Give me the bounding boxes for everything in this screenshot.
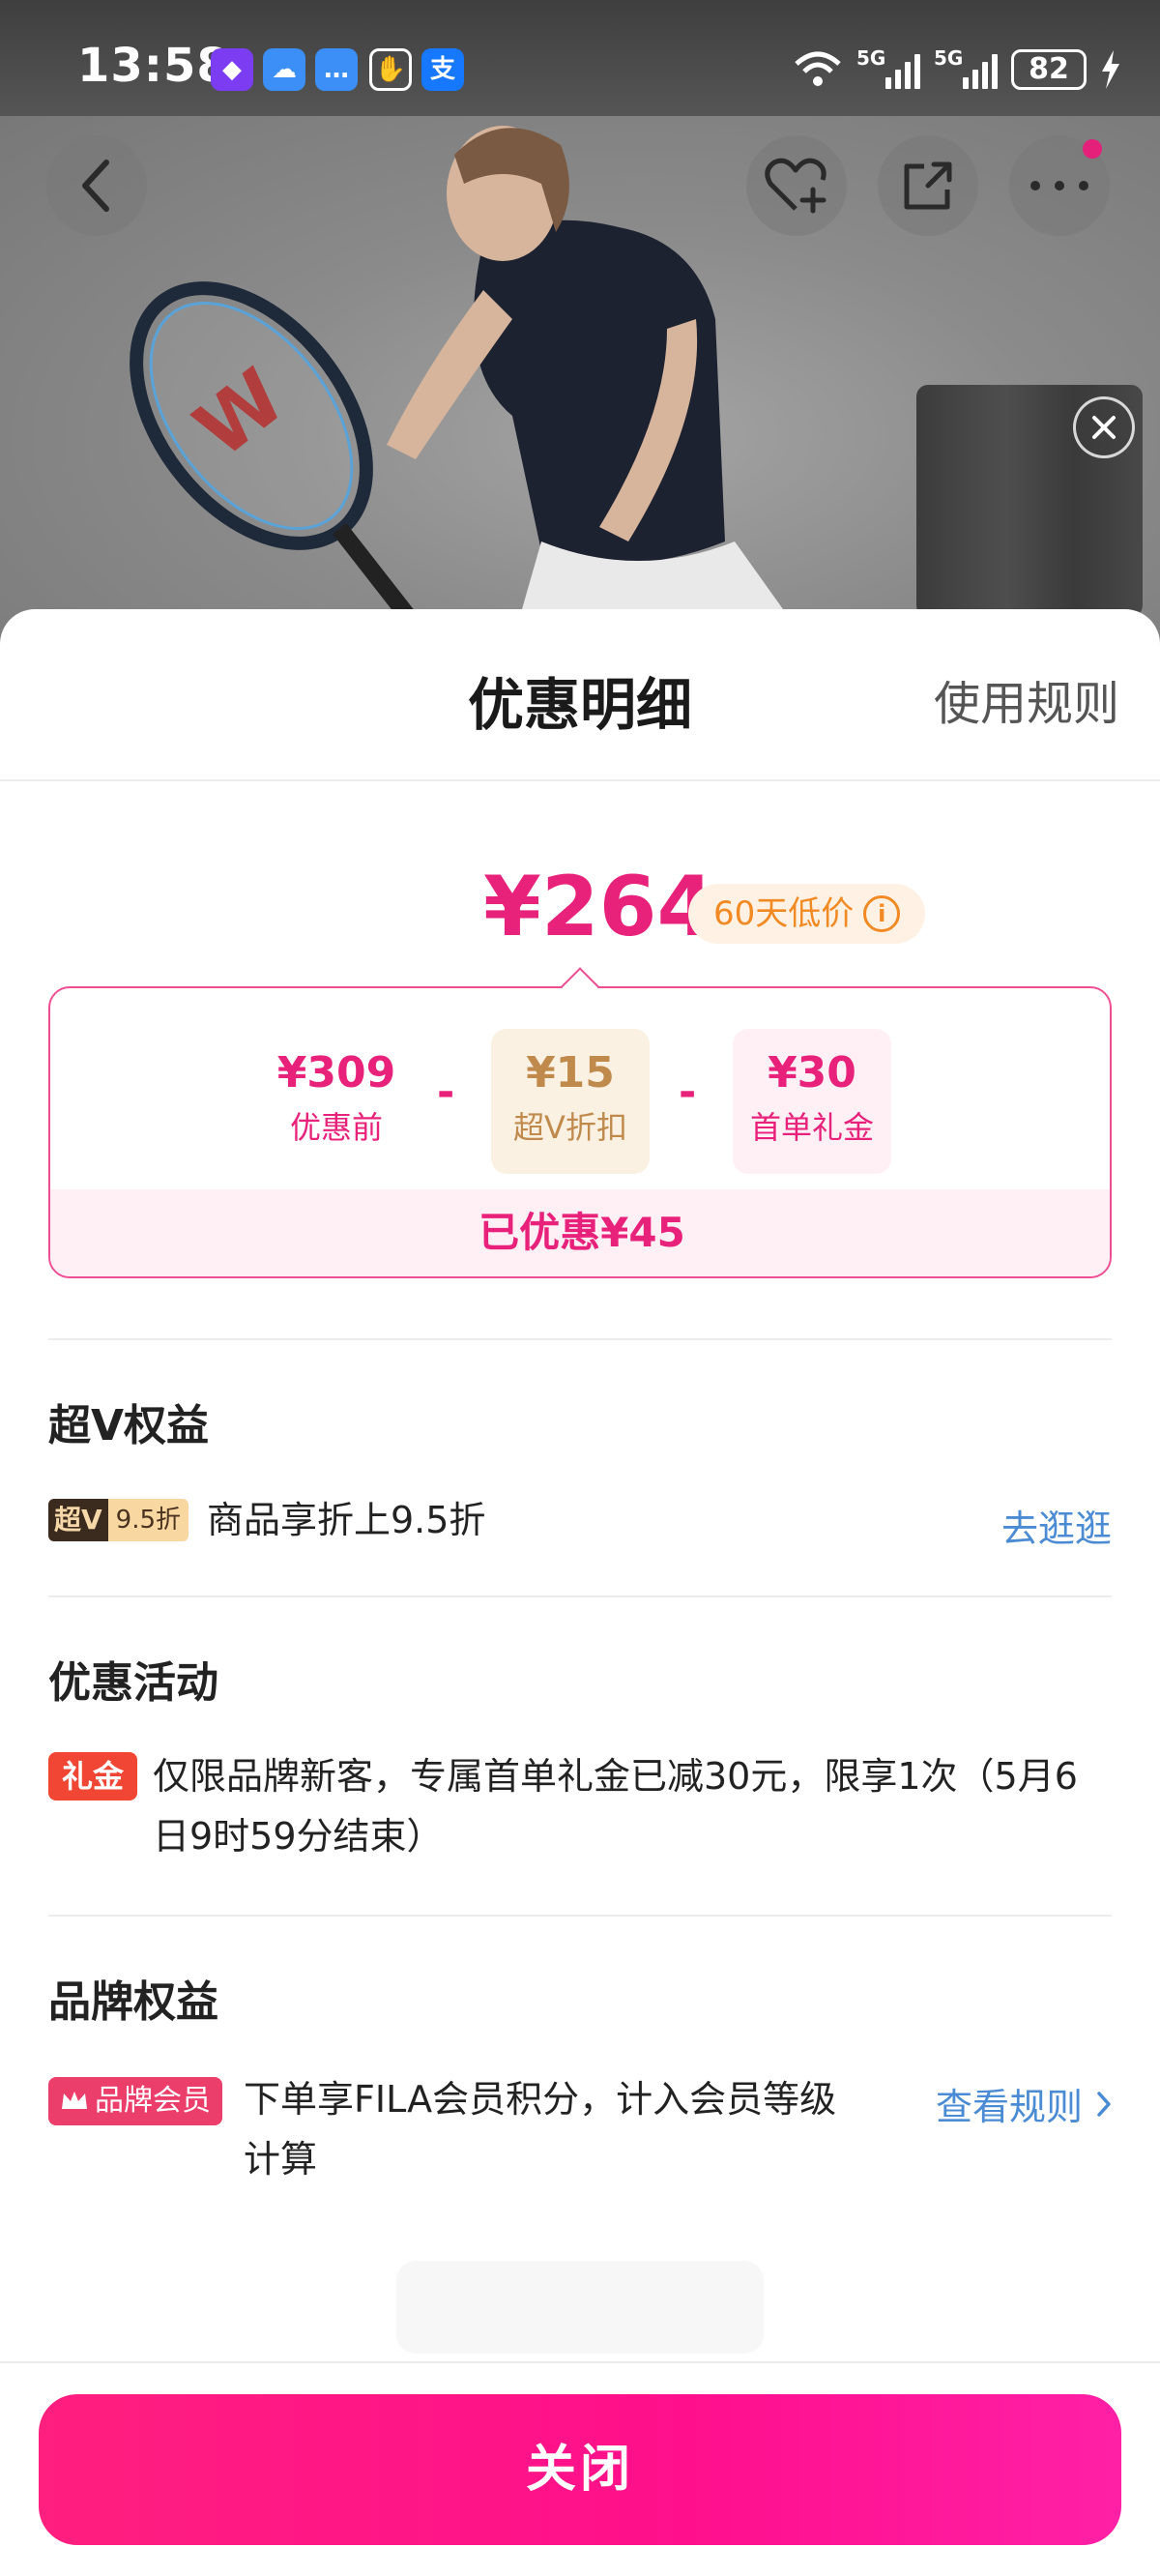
battery-level: 82 bbox=[1011, 49, 1087, 90]
charging-icon bbox=[1102, 50, 1119, 89]
status-time: 13:58 bbox=[77, 39, 230, 93]
favorite-button[interactable] bbox=[746, 135, 847, 236]
super-v-tag: 超V 9.5折 bbox=[48, 1499, 189, 1541]
more-button[interactable] bbox=[1009, 135, 1110, 236]
total-saved-bar: 已优惠¥45 bbox=[50, 1189, 1110, 1276]
super-v-tag-discount: 9.5折 bbox=[107, 1499, 189, 1541]
status-bar: 13:58 ◆ ☁ … ✋ 支 5G 5G 82 bbox=[0, 0, 1160, 116]
breakdown-amount: ¥30 bbox=[768, 1048, 856, 1098]
cloud-icon: ☁ bbox=[263, 48, 305, 91]
promo-text-line-2: 日9时59分结束） bbox=[153, 1815, 444, 1858]
section-divider bbox=[48, 1915, 1112, 1917]
brand-member-tag: 品牌会员 bbox=[48, 2077, 222, 2125]
notification-dot bbox=[1083, 139, 1102, 159]
browse-link[interactable]: 去逛逛 bbox=[1001, 1499, 1112, 1552]
breakdown-amount: ¥309 bbox=[276, 1048, 396, 1098]
signal-icon-2: 5G bbox=[934, 46, 998, 89]
minus-sign: - bbox=[437, 1068, 455, 1117]
footer-divider bbox=[0, 2361, 1160, 2363]
faded-placeholder-button bbox=[396, 2261, 764, 2354]
breakdown-label: 优惠前 bbox=[289, 1109, 383, 1146]
section-divider bbox=[48, 1595, 1112, 1597]
back-button[interactable] bbox=[46, 135, 147, 236]
floating-close-button[interactable] bbox=[1073, 396, 1135, 458]
close-button[interactable]: 关闭 bbox=[39, 2394, 1121, 2545]
super-v-benefit-text: 商品享折上9.5折 bbox=[207, 1499, 486, 1541]
promo-section-title: 优惠活动 bbox=[48, 1658, 218, 1708]
back-arrow-icon bbox=[82, 160, 109, 212]
view-rules-label: 查看规则 bbox=[935, 2086, 1083, 2128]
breakdown-amount: ¥15 bbox=[526, 1048, 615, 1098]
final-price: ¥264 bbox=[483, 859, 715, 955]
floating-video-window[interactable] bbox=[916, 385, 1143, 617]
section-divider bbox=[48, 1338, 1112, 1340]
brand-text-line-2: 计算 bbox=[244, 2138, 318, 2181]
low-price-badge[interactable]: 60天低价 i bbox=[688, 884, 926, 944]
brand-text-line-1: 下单享FILA会员积分，计入会员等级 bbox=[244, 2078, 837, 2121]
gift-money-tag: 礼金 bbox=[48, 1752, 138, 1800]
breakdown-label: 首单礼金 bbox=[749, 1109, 874, 1146]
super-v-section-title: 超V权益 bbox=[48, 1401, 210, 1450]
first-order-gift-item: ¥30 首单礼金 bbox=[733, 1029, 891, 1174]
view-rules-link[interactable]: 查看规则 bbox=[936, 2077, 1112, 2130]
product-image-area: W 13:58 ◆ ☁ … ✋ 支 5G 5G 82 bbox=[0, 0, 1160, 677]
close-icon bbox=[1092, 416, 1116, 439]
signal-icon-1: 5G bbox=[856, 46, 920, 89]
share-icon bbox=[904, 161, 952, 210]
wifi-icon bbox=[795, 51, 841, 86]
brand-section-title: 品牌权益 bbox=[48, 1977, 218, 2027]
hand-icon: ✋ bbox=[369, 48, 412, 91]
app-notification-icon: ◆ bbox=[211, 48, 253, 91]
brand-member-tag-label: 品牌会员 bbox=[95, 2084, 211, 2118]
status-icons: 5G 5G 82 bbox=[793, 43, 1121, 97]
minus-sign: - bbox=[679, 1068, 697, 1117]
info-icon: i bbox=[863, 895, 901, 932]
heart-plus-icon bbox=[765, 158, 826, 214]
alipay-icon: 支 bbox=[421, 48, 464, 91]
crown-icon bbox=[62, 2092, 87, 2109]
breakdown-label: 超V折扣 bbox=[513, 1109, 627, 1146]
promo-text-line-1: 仅限品牌新客，专属首单礼金已减30元，限享1次（5月6 bbox=[153, 1755, 1078, 1798]
header-divider bbox=[0, 779, 1160, 781]
super-v-discount-item: ¥15 超V折扣 bbox=[491, 1029, 650, 1174]
original-price-item: ¥309 优惠前 bbox=[257, 1029, 416, 1174]
low-price-label: 60天低价 bbox=[713, 894, 855, 933]
more-dots-icon bbox=[1030, 181, 1088, 190]
discount-detail-sheet: 优惠明细 使用规则 ¥264 60天低价 i ¥309 优惠前 - ¥15 超V… bbox=[0, 609, 1160, 2576]
message-icon: … bbox=[315, 48, 358, 91]
price-row: ¥264 60天低价 i bbox=[0, 859, 1160, 955]
price-breakdown-card: ¥309 优惠前 - ¥15 超V折扣 - ¥30 首单礼金 已优惠¥45 bbox=[48, 986, 1112, 1278]
share-button[interactable] bbox=[878, 135, 978, 236]
chevron-right-icon bbox=[1097, 2091, 1111, 2117]
super-v-tag-label: 超V bbox=[48, 1499, 108, 1541]
usage-rules-link[interactable]: 使用规则 bbox=[934, 665, 1119, 733]
